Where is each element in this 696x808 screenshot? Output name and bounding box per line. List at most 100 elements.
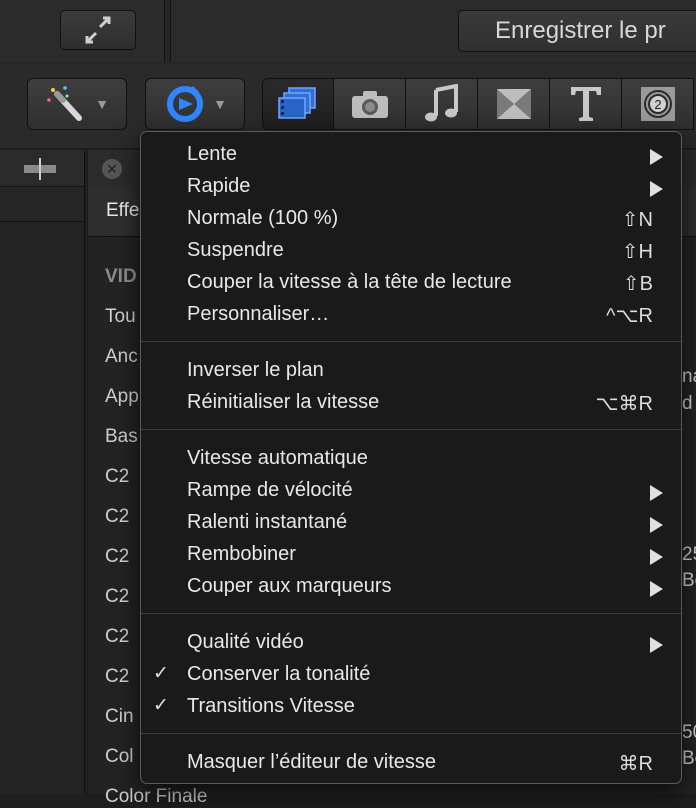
menu-item-label: Inverser le plan [187, 359, 324, 381]
menu-item-vitesse-auto[interactable]: Vitesse automatique [141, 443, 681, 475]
menu-item-shortcut: ⌥⌘R [595, 393, 654, 415]
category-item[interactable]: C2 [105, 466, 129, 488]
menu-item-ralenti[interactable]: Ralenti instantané [141, 507, 681, 539]
submenu-arrow-icon [650, 581, 663, 597]
titles-browser-button[interactable] [550, 78, 622, 130]
magic-wand-icon [47, 86, 83, 121]
thumb-label: na [682, 366, 696, 387]
libraries-panel-subheader [0, 187, 84, 222]
thumb-label: 50 [682, 722, 696, 743]
libraries-panel [0, 150, 85, 794]
thumb-label: Bo [682, 570, 696, 591]
menu-item-suspendre[interactable]: Suspendre ⇧H [141, 235, 681, 267]
category-item[interactable]: Tou [105, 306, 136, 328]
menu-item-personnaliser[interactable]: Personnaliser… ^⌥R [141, 299, 681, 331]
submenu-arrow-icon [650, 637, 663, 653]
category-item[interactable]: Bas [105, 426, 138, 448]
category-item[interactable]: Col [105, 746, 134, 768]
menu-item-label: Ralenti instantané [187, 511, 348, 533]
submenu-arrow-icon [650, 549, 663, 565]
thumb-label: Bo [682, 748, 696, 769]
submenu-arrow-icon [650, 517, 663, 533]
menu-item-label: Réinitialiser la vitesse [187, 391, 380, 413]
chevron-down-icon: ▼ [213, 96, 227, 112]
menu-item-label: Normale (100 %) [187, 207, 339, 229]
category-item[interactable]: Anc [105, 346, 138, 368]
effects-tab-label[interactable]: Effe [106, 200, 139, 222]
menu-item-shortcut: ⇧N [621, 209, 653, 231]
enhance-button[interactable]: ▼ [27, 78, 127, 130]
menu-item-shortcut: ⇧H [621, 241, 653, 263]
menu-item-label: Couper la vitesse à la tête de lecture [187, 271, 512, 293]
menu-item-label: Qualité vidéo [187, 631, 304, 653]
submenu-arrow-icon [650, 485, 663, 501]
menu-item-label: Rembobiner [187, 543, 296, 565]
transitions-browser-button[interactable] [478, 78, 550, 130]
category-item[interactable]: Cin [105, 706, 134, 728]
expand-icon [85, 16, 111, 44]
menu-item-lente[interactable]: Lente [141, 139, 681, 171]
menu-separator [141, 733, 681, 734]
svg-text:2: 2 [654, 97, 661, 112]
save-project-button[interactable]: Enregistrer le pr [458, 10, 696, 52]
clips-browser-button[interactable] [262, 78, 334, 130]
top-left-pane [0, 0, 165, 62]
category-item[interactable]: Color Finale [105, 786, 207, 808]
menu-item-label: Vitesse automatique [187, 447, 368, 469]
menu-item-couper-vitesse[interactable]: Couper la vitesse à la tête de lecture ⇧… [141, 267, 681, 299]
category-heading: VID [105, 266, 137, 287]
thumb-label: d [682, 393, 693, 414]
submenu-arrow-icon [650, 181, 663, 197]
menu-item-masquer-editeur[interactable]: Masquer l’éditeur de vitesse ⌘R [141, 747, 681, 779]
submenu-arrow-icon [650, 149, 663, 165]
menu-item-label: Conserver la tonalité [187, 663, 371, 685]
menu-item-label: Personnaliser… [187, 303, 330, 325]
browser-toggle-group: 2 [262, 78, 696, 130]
transition-icon [496, 89, 531, 119]
libraries-panel-header [0, 150, 84, 187]
menu-item-label: Rapide [187, 175, 251, 197]
category-item[interactable]: C2 [105, 626, 129, 648]
menu-item-rapide[interactable]: Rapide [141, 171, 681, 203]
menu-item-label: Transitions Vitesse [187, 695, 355, 717]
audio-browser-button[interactable] [406, 78, 478, 130]
retime-button[interactable]: ▼ [145, 78, 245, 130]
menu-item-couper-marqueurs[interactable]: Couper aux marqueurs [141, 571, 681, 603]
menu-separator [141, 613, 681, 614]
category-item[interactable]: App [105, 386, 139, 408]
category-item[interactable]: C2 [105, 506, 129, 528]
split-view-icon[interactable] [18, 158, 62, 180]
film-icon [278, 87, 316, 119]
retime-icon [167, 86, 204, 122]
category-item[interactable]: C2 [105, 666, 129, 688]
menu-item-shortcut: ⇧B [622, 273, 653, 295]
menu-separator [141, 341, 681, 342]
menu-item-shortcut: ^⌥R [606, 305, 653, 327]
music-icon [424, 84, 458, 122]
close-icon[interactable]: ✕ [102, 159, 122, 179]
photos-browser-button[interactable] [334, 78, 406, 130]
menu-item-label: Suspendre [187, 239, 284, 261]
camera-icon [351, 91, 388, 118]
menu-item-transitions[interactable]: ✓ Transitions Vitesse [141, 691, 681, 723]
title-icon [570, 87, 601, 121]
menu-item-reinitialiser[interactable]: Réinitialiser la vitesse ⌥⌘R [141, 387, 681, 419]
generators-browser-button[interactable]: 2 [622, 78, 694, 130]
menu-item-tonalite[interactable]: ✓ Conserver la tonalité [141, 659, 681, 691]
top-bar: Enregistrer le pr [0, 0, 696, 65]
checkmark-icon: ✓ [153, 695, 169, 716]
menu-item-normale[interactable]: Normale (100 %) ⇧N [141, 203, 681, 235]
menu-item-label: Rampe de vélocité [187, 479, 353, 501]
menu-item-qualite[interactable]: Qualité vidéo [141, 627, 681, 659]
menu-item-rembobiner[interactable]: Rembobiner [141, 539, 681, 571]
menu-item-rampe[interactable]: Rampe de vélocité [141, 475, 681, 507]
fullscreen-button[interactable] [60, 10, 136, 50]
menu-item-label: Masquer l’éditeur de vitesse [187, 751, 437, 773]
menu-separator [141, 429, 681, 430]
menu-item-label: Lente [187, 143, 238, 165]
category-item[interactable]: C2 [105, 586, 129, 608]
category-item[interactable]: C2 [105, 546, 129, 568]
menu-item-label: Couper aux marqueurs [187, 575, 392, 597]
retime-menu: Lente Rapide Normale (100 %) ⇧N Suspendr… [140, 131, 682, 784]
menu-item-inverser[interactable]: Inverser le plan [141, 355, 681, 387]
